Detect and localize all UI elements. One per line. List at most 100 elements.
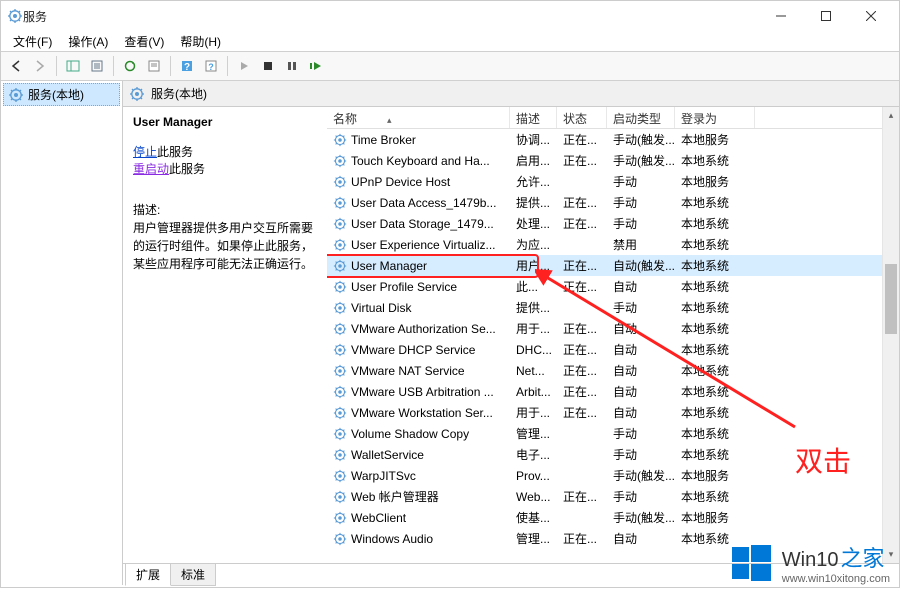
back-button[interactable] — [5, 55, 27, 77]
watermark-brand: Win10 — [782, 549, 839, 572]
cell-status: 正在... — [557, 131, 607, 148]
scroll-up-icon[interactable]: ▴ — [883, 107, 899, 124]
col-name[interactable]: 名称▴ — [327, 107, 510, 128]
show-hide-tree-button[interactable] — [62, 55, 84, 77]
cell-logon: 本地系统 — [675, 404, 755, 421]
menu-file[interactable]: 文件(F) — [5, 31, 60, 52]
cell-logon: 本地系统 — [675, 257, 755, 274]
cell-logon: 本地系统 — [675, 278, 755, 295]
col-desc[interactable]: 描述 — [510, 107, 557, 128]
stop-suffix: 此服务 — [157, 145, 193, 159]
table-row[interactable]: User Data Storage_1479...处理...正在...手动本地系… — [327, 213, 899, 234]
minimize-button[interactable] — [758, 2, 803, 30]
table-row[interactable]: UPnP Device Host允许...手动本地服务 — [327, 171, 899, 192]
service-icon — [333, 490, 347, 504]
table-row[interactable]: Virtual Disk提供...手动本地系统 — [327, 297, 899, 318]
service-icon — [333, 406, 347, 420]
service-icon — [333, 133, 347, 147]
table-row[interactable]: User Manager用户...正在...自动(触发...本地系统 — [327, 255, 899, 276]
table-row[interactable]: VMware Authorization Se...用于...正在...自动本地… — [327, 318, 899, 339]
cell-status: 正在... — [557, 320, 607, 337]
restart-service-link[interactable]: 重启动 — [133, 162, 169, 176]
cell-name: WalletService — [351, 448, 424, 462]
tree-pane: 服务(本地) — [1, 81, 123, 585]
maximize-button[interactable] — [803, 2, 848, 30]
menu-view[interactable]: 查看(V) — [116, 31, 172, 52]
start-service-button[interactable] — [233, 55, 255, 77]
cell-desc: DHC... — [510, 343, 557, 357]
help-button-2[interactable]: ? — [200, 55, 222, 77]
service-icon — [333, 175, 347, 189]
table-row[interactable]: User Profile Service此...正在...自动本地系统 — [327, 276, 899, 297]
services-icon — [129, 86, 145, 102]
cell-status: 正在... — [557, 404, 607, 421]
table-row[interactable]: VMware USB Arbitration ...Arbit...正在...自… — [327, 381, 899, 402]
cell-status: 正在... — [557, 341, 607, 358]
sort-asc-icon: ▴ — [387, 115, 392, 125]
services-icon — [8, 87, 24, 103]
refresh-button[interactable] — [119, 55, 141, 77]
cell-status: 正在... — [557, 257, 607, 274]
restart-service-button[interactable] — [305, 55, 327, 77]
table-row[interactable]: VMware DHCP ServiceDHC...正在...自动本地系统 — [327, 339, 899, 360]
cell-startup: 自动 — [607, 530, 675, 547]
cell-desc: 管理... — [510, 425, 557, 442]
col-logon[interactable]: 登录为 — [675, 107, 755, 128]
service-icon — [333, 385, 347, 399]
table-row[interactable]: Time Broker协调...正在...手动(触发...本地服务 — [327, 129, 899, 150]
properties-button[interactable] — [143, 55, 165, 77]
selected-service-title: User Manager — [133, 115, 317, 129]
tree-root-services[interactable]: 服务(本地) — [3, 83, 120, 106]
cell-startup: 手动(触发... — [607, 152, 675, 169]
stop-service-button[interactable] — [257, 55, 279, 77]
help-button[interactable]: ? — [176, 55, 198, 77]
service-icon — [333, 427, 347, 441]
table-row[interactable]: WebClient使基...手动(触发...本地服务 — [327, 507, 899, 528]
titlebar: 服务 — [1, 1, 899, 31]
vertical-scrollbar[interactable]: ▴ ▾ — [882, 107, 899, 563]
win10-logo-icon — [730, 541, 774, 585]
col-startup[interactable]: 启动类型 — [607, 107, 675, 128]
cell-name: User Manager — [351, 259, 427, 273]
pause-service-button[interactable] — [281, 55, 303, 77]
scroll-thumb[interactable] — [885, 264, 897, 334]
cell-name: Touch Keyboard and Ha... — [351, 154, 490, 168]
menubar: 文件(F) 操作(A) 查看(V) 帮助(H) — [1, 31, 899, 51]
table-row[interactable]: Web 帐户管理器Web...正在...手动本地系统 — [327, 486, 899, 507]
cell-logon: 本地系统 — [675, 320, 755, 337]
cell-name: User Experience Virtualiz... — [351, 238, 496, 252]
table-row[interactable]: VMware Workstation Ser...用于...正在...自动本地系… — [327, 402, 899, 423]
table-row[interactable]: User Experience Virtualiz...为应...禁用本地系统 — [327, 234, 899, 255]
col-status[interactable]: 状态 — [557, 107, 607, 128]
close-button[interactable] — [848, 2, 893, 30]
cell-name: VMware Authorization Se... — [351, 322, 496, 336]
cell-startup: 自动(触发... — [607, 257, 675, 274]
cell-startup: 自动 — [607, 278, 675, 295]
service-icon — [333, 469, 347, 483]
cell-status: 正在... — [557, 194, 607, 211]
table-row[interactable]: VMware NAT ServiceNet...正在...自动本地系统 — [327, 360, 899, 381]
cell-desc: 提供... — [510, 299, 557, 316]
forward-button[interactable] — [29, 55, 51, 77]
cell-startup: 手动(触发... — [607, 131, 675, 148]
cell-startup: 手动(触发... — [607, 509, 675, 526]
export-list-button[interactable] — [86, 55, 108, 77]
cell-logon: 本地系统 — [675, 383, 755, 400]
cell-startup: 手动 — [607, 488, 675, 505]
tab-standard[interactable]: 标准 — [170, 564, 216, 586]
table-row[interactable]: User Data Access_1479b...提供...正在...手动本地系… — [327, 192, 899, 213]
cell-name: Web 帐户管理器 — [351, 488, 439, 505]
menu-help[interactable]: 帮助(H) — [172, 31, 229, 52]
cell-status: 正在... — [557, 383, 607, 400]
cell-logon: 本地服务 — [675, 131, 755, 148]
cell-desc: 提供... — [510, 194, 557, 211]
stop-service-link[interactable]: 停止 — [133, 145, 157, 159]
cell-status: 正在... — [557, 152, 607, 169]
tab-extended[interactable]: 扩展 — [125, 564, 171, 586]
cell-startup: 自动 — [607, 362, 675, 379]
cell-startup: 手动 — [607, 446, 675, 463]
service-icon — [333, 511, 347, 525]
cell-name: VMware Workstation Ser... — [351, 406, 493, 420]
table-row[interactable]: Touch Keyboard and Ha...启用...正在...手动(触发.… — [327, 150, 899, 171]
menu-action[interactable]: 操作(A) — [60, 31, 116, 52]
